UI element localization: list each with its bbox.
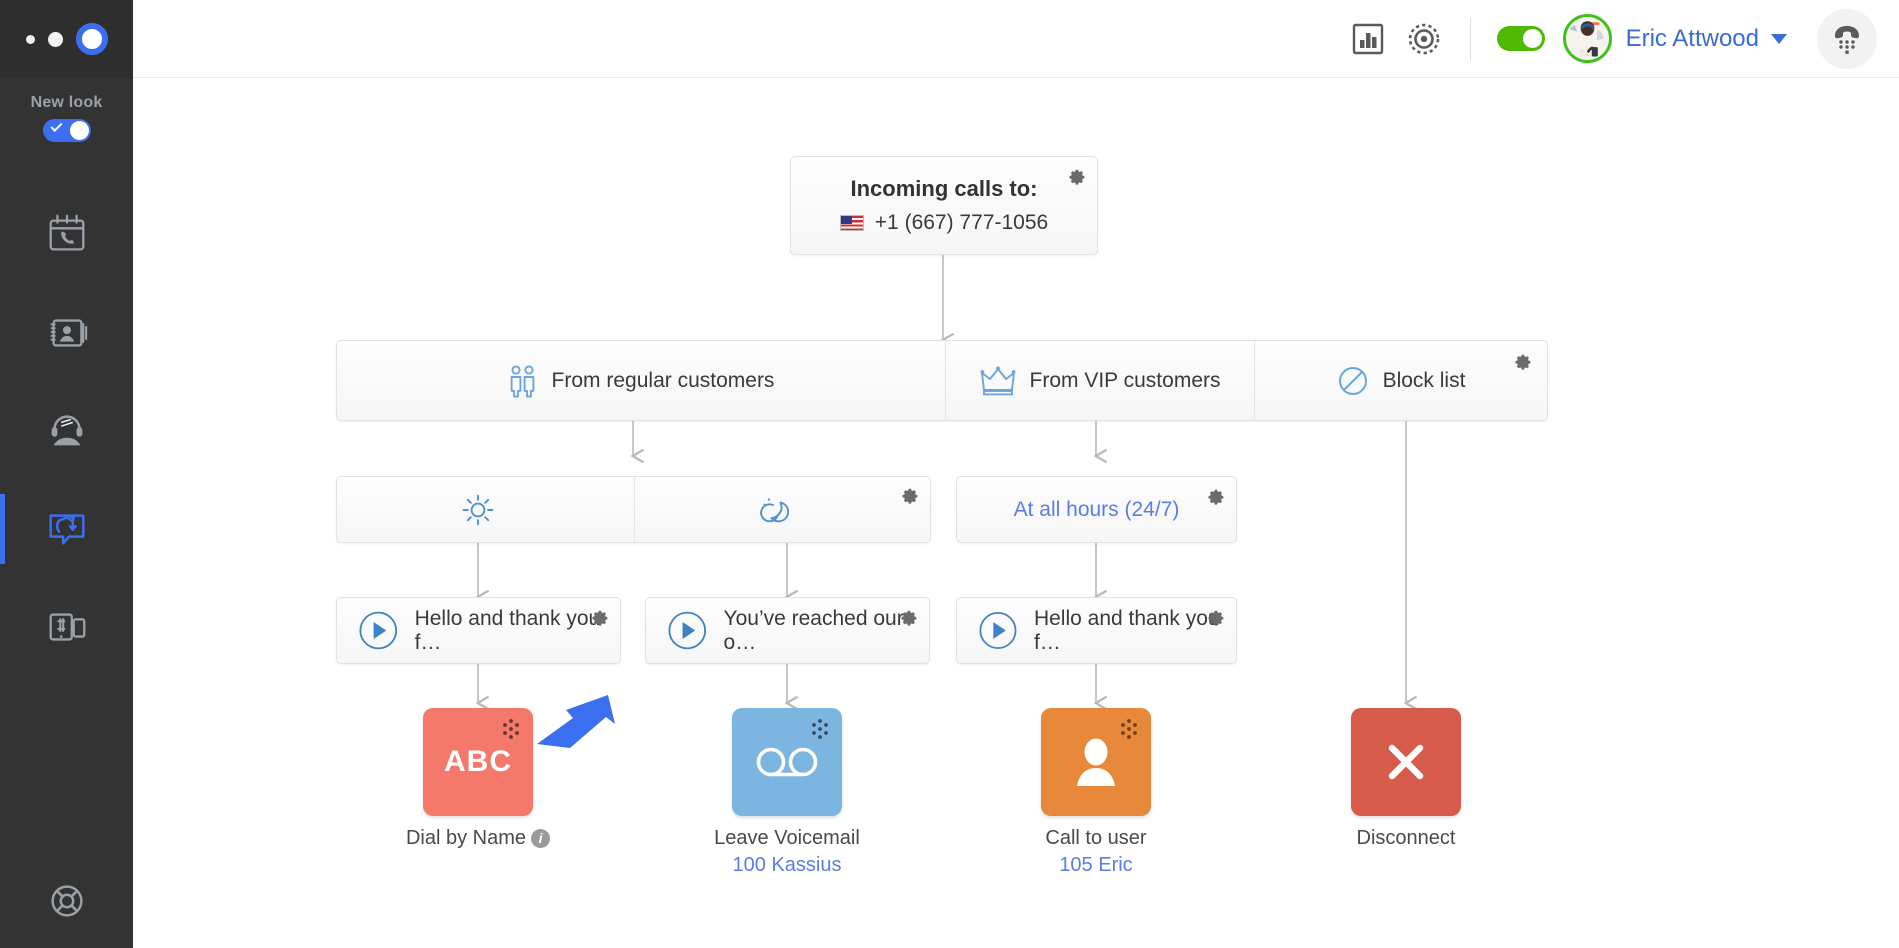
caller-groups-row: From regular customers From VIP customer…	[336, 340, 1548, 421]
greeting-node-3[interactable]: Hello and thank you f…	[956, 597, 1237, 664]
address-book-icon	[50, 319, 87, 347]
app-root: New look Eric Attwood Incoming calls to:…	[0, 0, 1899, 948]
check-icon	[49, 119, 63, 133]
lifebuoy-icon	[50, 885, 83, 917]
sidebar-window-dots	[0, 0, 133, 78]
window-dot-small	[25, 34, 35, 44]
schedule-all-hours[interactable]: At all hours (24/7)	[956, 476, 1237, 543]
dialpad-handset-icon	[1835, 25, 1859, 54]
caller-group-label: Block list	[1382, 368, 1466, 392]
gear-target-icon	[1408, 23, 1439, 54]
gear-icon[interactable]	[898, 485, 920, 507]
window-dot-medium	[47, 31, 63, 47]
main-area: Eric Attwood Incoming calls to: +1 (667)…	[133, 0, 1899, 948]
call-flow-canvas: Incoming calls to: +1 (667) 777-1056 Fro…	[133, 78, 1899, 948]
action-caption: Leave Voicemail	[714, 827, 860, 849]
sidebar: New look	[0, 0, 133, 948]
sidebar-item-call-history[interactable]	[0, 186, 133, 284]
drag-grip-icon[interactable]	[1118, 718, 1140, 740]
sidebar-item-support[interactable]	[0, 878, 133, 924]
close-x-icon	[1388, 744, 1424, 780]
sidebar-item-agents[interactable]	[0, 382, 133, 480]
action-disconnect[interactable]: Disconnect	[1331, 708, 1481, 854]
root-number-row: +1 (667) 777-1056	[839, 211, 1049, 235]
user-name[interactable]: Eric Attwood	[1626, 25, 1759, 53]
crown-icon	[980, 366, 1015, 395]
sidebar-item-call-flows[interactable]	[0, 480, 133, 578]
block-circle-icon	[1338, 366, 1367, 395]
chevron-down-icon[interactable]	[1771, 33, 1787, 44]
caller-group-vip[interactable]: From VIP customers	[945, 341, 1254, 420]
action-sub[interactable]: 100 Kassius	[712, 854, 862, 877]
schedule-nighttime[interactable]	[633, 477, 931, 542]
greeting-node-1[interactable]: Hello and thank you f…	[336, 597, 621, 664]
action-tile[interactable]	[1041, 708, 1151, 816]
gear-icon[interactable]	[588, 607, 610, 629]
availability-toggle[interactable]	[1496, 26, 1545, 51]
action-tile[interactable]	[1351, 708, 1461, 816]
action-sub[interactable]: 105 Eric	[1021, 854, 1171, 877]
sidebar-item-devices[interactable]	[0, 578, 133, 676]
toggle-knob	[69, 121, 89, 140]
gear-icon[interactable]	[897, 607, 919, 629]
toggle-knob	[1522, 29, 1542, 48]
new-look-label: New look	[30, 94, 103, 111]
caller-group-label: From VIP customers	[1029, 368, 1221, 392]
caller-group-blocklist[interactable]: Block list	[1254, 341, 1547, 420]
root-node[interactable]: Incoming calls to: +1 (667) 777-1056	[790, 156, 1098, 255]
new-look-switcher[interactable]: New look	[0, 94, 133, 142]
window-dot-active[interactable]	[75, 23, 108, 55]
schedule-daytime[interactable]	[337, 477, 634, 542]
dialpad-button[interactable]	[1817, 8, 1877, 69]
action-caption: Dial by Name	[405, 827, 527, 849]
voicemail-icon	[756, 747, 818, 777]
info-icon[interactable]: i	[531, 829, 551, 849]
sun-icon	[462, 494, 494, 525]
call-flow-icon	[48, 514, 85, 545]
us-flag-icon	[839, 215, 864, 231]
abc-icon: ABC	[444, 745, 512, 778]
action-tile[interactable]	[732, 708, 842, 816]
play-circle-icon[interactable]	[979, 610, 1017, 651]
action-call-to-user[interactable]: Call to user 105 Eric	[1021, 708, 1171, 877]
moon-icon	[760, 497, 790, 522]
calendar-phone-icon	[49, 214, 84, 251]
caller-group-regular[interactable]: From regular customers	[337, 341, 945, 420]
drag-grip-icon[interactable]	[500, 718, 522, 740]
gear-icon[interactable]	[1511, 351, 1533, 373]
action-tile[interactable]: ABC	[423, 708, 533, 816]
schedule-row-left	[336, 476, 931, 543]
action-caption: Call to user	[1045, 827, 1147, 849]
reports-button[interactable]	[1340, 11, 1396, 67]
devices-hash-icon	[49, 613, 85, 641]
settings-button[interactable]	[1396, 11, 1452, 67]
headset-agent-icon	[51, 415, 82, 446]
new-look-toggle[interactable]	[42, 119, 91, 142]
avatar[interactable]	[1562, 14, 1612, 63]
user-silhouette-icon	[1077, 738, 1115, 786]
root-title: Incoming calls to:	[850, 176, 1038, 201]
topbar: Eric Attwood	[133, 0, 1899, 78]
gear-icon[interactable]	[1204, 607, 1226, 629]
sidebar-nav	[0, 186, 133, 676]
sidebar-item-contacts[interactable]	[0, 284, 133, 382]
action-caption-row: Dial by Name i	[403, 827, 553, 850]
root-number: +1 (667) 777-1056	[874, 211, 1049, 234]
action-caption: Disconnect	[1356, 827, 1456, 849]
topbar-divider	[1469, 16, 1471, 61]
avatar-illustration	[1565, 17, 1609, 60]
two-people-icon	[510, 364, 534, 398]
drag-grip-icon[interactable]	[809, 718, 831, 740]
greeting-node-2[interactable]: You’ve reached our o…	[645, 597, 930, 664]
schedule-all-hours-label: At all hours (24/7)	[1013, 497, 1180, 521]
play-circle-icon[interactable]	[359, 610, 398, 651]
gear-icon[interactable]	[1204, 486, 1226, 508]
play-circle-icon[interactable]	[668, 610, 707, 651]
gear-icon[interactable]	[1065, 166, 1087, 188]
action-leave-voicemail[interactable]: Leave Voicemail 100 Kassius	[712, 708, 862, 877]
bar-chart-icon	[1352, 23, 1383, 54]
caller-group-label: From regular customers	[551, 368, 775, 392]
action-dial-by-name[interactable]: ABC Dial by Name i	[403, 708, 553, 854]
